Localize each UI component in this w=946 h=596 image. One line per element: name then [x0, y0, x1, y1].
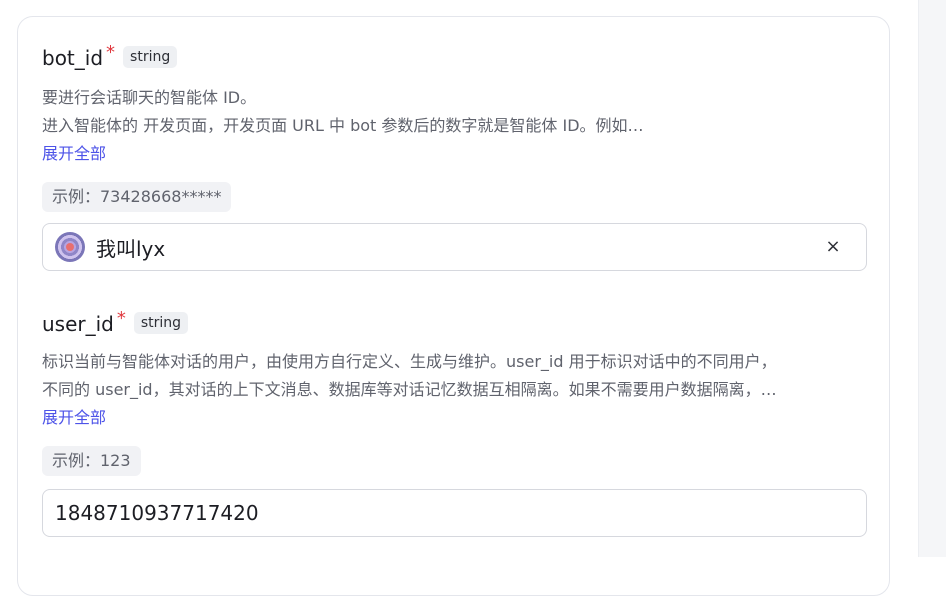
- type-badge: string: [123, 46, 178, 68]
- param-name: bot_id: [42, 46, 104, 70]
- param-bot-id: bot_id * string 要进行会话聊天的智能体 ID。 进入智能体的 开…: [42, 44, 872, 212]
- expand-all-link[interactable]: 展开全部: [42, 404, 872, 432]
- user-id-input[interactable]: 1848710937717420: [42, 489, 867, 537]
- bot-id-select[interactable]: 我叫lyx ×: [42, 223, 867, 271]
- param-description-line: 要进行会话聊天的智能体 ID。: [42, 88, 257, 107]
- param-header: user_id * string: [42, 310, 872, 340]
- required-mark: *: [106, 42, 116, 63]
- bot-avatar: [55, 232, 85, 262]
- param-description-line: 标识当前与智能体对话的用户，由使用方自行定义、生成与维护。user_id 用于标…: [42, 352, 777, 371]
- param-user-id: user_id * string 标识当前与智能体对话的用户，由使用方自行定义、…: [42, 310, 872, 476]
- example-tag: 示例：73428668*****: [42, 182, 232, 212]
- close-icon[interactable]: ×: [822, 236, 844, 258]
- type-badge: string: [133, 312, 189, 334]
- previous-section-heading-fragment: [46, 0, 86, 2]
- right-scroll-gutter: [918, 0, 946, 557]
- selected-bot-name: 我叫lyx: [96, 236, 166, 261]
- required-mark: *: [116, 308, 126, 329]
- expand-all-link[interactable]: 展开全部: [42, 140, 872, 168]
- param-description-line: 进入智能体的 开发页面，开发页面 URL 中 bot 参数后的数字就是智能体 I…: [42, 116, 644, 135]
- param-description-line: 不同的 user_id，其对话的上下文消息、数据库等对话记忆数据互相隔离。如果不…: [42, 380, 777, 399]
- example-tag: 示例：123: [42, 446, 141, 476]
- param-name: user_id: [42, 312, 114, 336]
- user-id-value: 1848710937717420: [55, 501, 259, 525]
- param-header: bot_id * string: [42, 44, 872, 74]
